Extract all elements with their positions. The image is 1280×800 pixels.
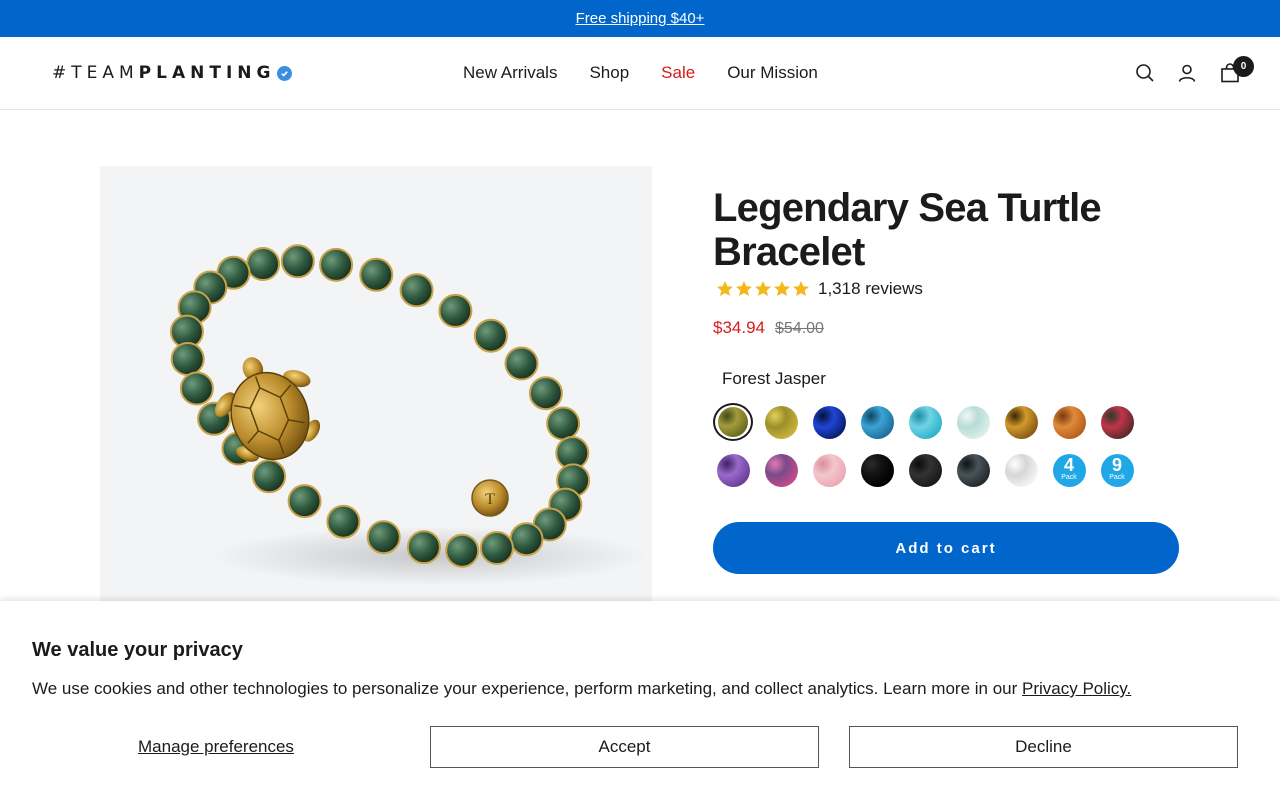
main-nav: New Arrivals Shop Sale Our Mission — [463, 63, 818, 83]
manage-preferences-link[interactable]: Manage preferences — [138, 737, 294, 757]
swatch-dragon-vein[interactable] — [1097, 403, 1137, 441]
logo[interactable]: #TEAM PLANTING — [52, 61, 293, 85]
search-icon[interactable] — [1134, 62, 1156, 84]
bead — [504, 346, 539, 381]
swatch-turquoise[interactable] — [905, 403, 945, 441]
swatch-color — [956, 453, 990, 487]
product-image[interactable]: T — [100, 166, 652, 606]
verified-badge-icon — [277, 65, 293, 81]
sale-price: $34.94 — [713, 318, 765, 337]
swatch-color: 9 Pack — [1100, 453, 1134, 487]
nav-sale[interactable]: Sale — [661, 63, 695, 83]
swatch-color — [812, 405, 846, 439]
swatch-dream-stone[interactable] — [761, 451, 801, 489]
swatch-rose-quartz[interactable] — [809, 451, 849, 489]
swatch-color — [1052, 405, 1086, 439]
swatch-9-pack[interactable]: 9 Pack — [1097, 451, 1137, 489]
bracelet-illustration: T — [169, 244, 650, 586]
product-title: Legendary Sea Turtle Bracelet — [713, 186, 1102, 274]
swatch-tiger-eye[interactable] — [1001, 403, 1041, 441]
swatch-color — [716, 453, 750, 487]
bead — [287, 484, 322, 519]
decline-button[interactable]: Decline — [849, 726, 1238, 768]
logo-bold-text: PLANTING — [138, 63, 276, 83]
swatch-forest-jasper[interactable] — [713, 403, 753, 441]
swatch-jade[interactable] — [953, 403, 993, 441]
turtle-charm — [215, 357, 321, 462]
bead — [366, 520, 401, 555]
bead — [546, 406, 581, 441]
selected-variant-label: Forest Jasper — [722, 369, 826, 388]
bead — [252, 459, 287, 494]
add-to-cart-button[interactable]: Add to cart — [713, 522, 1179, 574]
swatch-apatite[interactable] — [857, 403, 897, 441]
bead — [479, 531, 514, 565]
pack-label: Pack — [1061, 473, 1077, 481]
swatch-yellow-jasper[interactable] — [761, 403, 801, 441]
swatch-hematite[interactable] — [953, 451, 993, 489]
bead — [445, 533, 480, 568]
bead — [528, 376, 563, 411]
bead — [359, 257, 394, 292]
swatch-color — [956, 405, 990, 439]
swatch-color — [764, 453, 798, 487]
bead — [179, 371, 214, 406]
logo-prefix: #TEAM — [52, 63, 139, 83]
color-swatches: 4 Pack 9 Pack — [713, 403, 1153, 489]
svg-text:T: T — [485, 491, 495, 508]
cookie-banner-text: We use cookies and other technologies to… — [32, 679, 1131, 699]
account-icon[interactable] — [1176, 62, 1198, 84]
bead — [399, 273, 434, 308]
swatch-blue-sandstone[interactable] — [809, 403, 849, 441]
cookie-banner: We value your privacy We use cookies and… — [0, 601, 1280, 800]
site-header: #TEAM PLANTING New Arrivals Shop Sale Ou… — [0, 37, 1280, 110]
swatch-howlite[interactable] — [1001, 451, 1041, 489]
nav-new-arrivals[interactable]: New Arrivals — [463, 63, 557, 83]
cart-count-badge: 0 — [1233, 56, 1254, 77]
swatch-lava-stone[interactable] — [905, 451, 945, 489]
bead — [473, 318, 508, 353]
bead — [438, 293, 473, 328]
swatch-color — [1100, 405, 1134, 439]
price-block: $34.94 $54.00 — [713, 318, 824, 338]
swatch-color — [718, 407, 748, 437]
announcement-bar: Free shipping $40+ — [0, 0, 1280, 37]
bead — [326, 504, 361, 539]
bead — [246, 247, 281, 281]
swatch-color — [860, 405, 894, 439]
swatch-color — [908, 405, 942, 439]
bead — [319, 247, 354, 282]
bead — [280, 244, 315, 279]
swatch-amethyst[interactable] — [713, 451, 753, 489]
swatch-color — [1004, 405, 1038, 439]
nav-shop[interactable]: Shop — [589, 63, 629, 83]
bead — [170, 342, 205, 376]
star-rating-icon — [716, 280, 812, 298]
swatch-color — [908, 453, 942, 487]
swatch-color — [812, 453, 846, 487]
bead — [406, 530, 441, 565]
review-count: 1,318 reviews — [818, 279, 923, 298]
cookie-banner-title: We value your privacy — [32, 639, 243, 661]
nav-our-mission[interactable]: Our Mission — [727, 63, 818, 83]
accept-button[interactable]: Accept — [430, 726, 819, 768]
swatch-onyx[interactable] — [857, 451, 897, 489]
pack-number: 4 — [1063, 454, 1074, 475]
bead — [509, 522, 544, 557]
cookie-banner-body: We use cookies and other technologies to… — [32, 679, 1022, 698]
swatch-red-tiger-eye[interactable] — [1049, 403, 1089, 441]
product-rating[interactable]: 1,318 reviews — [716, 279, 923, 299]
pack-number: 9 — [1111, 454, 1122, 475]
pack-label: Pack — [1109, 473, 1125, 481]
free-shipping-link[interactable]: Free shipping $40+ — [576, 10, 705, 27]
privacy-policy-link[interactable]: Privacy Policy. — [1022, 679, 1131, 698]
compare-at-price: $54.00 — [775, 320, 824, 337]
swatch-color — [860, 453, 894, 487]
swatch-4-pack[interactable]: 4 Pack — [1049, 451, 1089, 489]
swatch-color — [1004, 453, 1038, 487]
swatch-color: 4 Pack — [1052, 453, 1086, 487]
swatch-color — [764, 405, 798, 439]
